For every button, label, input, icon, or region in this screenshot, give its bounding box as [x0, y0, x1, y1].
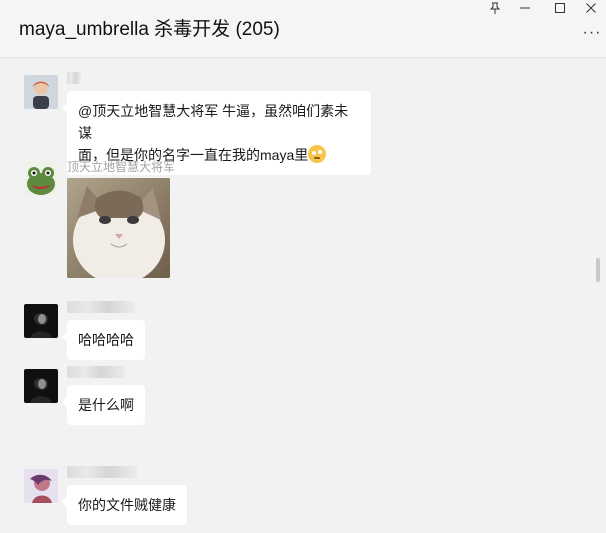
- close-button[interactable]: [576, 0, 606, 20]
- chat-window: maya_umbrella 杀毒开发 (205) ··· @顶天立地智慧大将军 …: [0, 0, 606, 533]
- avatar[interactable]: [24, 162, 58, 196]
- message-list[interactable]: @顶天立地智慧大将军 牛逼，虽然咱们素未谋 面，但是你的名字一直在我的maya里…: [0, 58, 600, 533]
- pin-icon[interactable]: [480, 0, 510, 20]
- sender-name-redacted: [67, 366, 125, 378]
- message-bubble[interactable]: 你的文件贼健康: [62, 485, 187, 525]
- message-text: @顶天立地智慧大将军 牛逼，虽然咱们素未谋: [78, 103, 349, 141]
- scrollbar-thumb[interactable]: [596, 258, 600, 282]
- title-bar: maya_umbrella 杀毒开发 (205) ···: [0, 0, 606, 58]
- avatar[interactable]: [24, 304, 58, 338]
- avatar[interactable]: [24, 469, 58, 503]
- sender-name-redacted: [67, 301, 135, 313]
- cat-photo[interactable]: [67, 178, 170, 278]
- maximize-button[interactable]: [545, 0, 575, 20]
- more-options-button[interactable]: ···: [582, 24, 602, 44]
- avatar[interactable]: [24, 75, 58, 109]
- thinking-emoji-icon: [308, 145, 327, 163]
- sender-name-redacted: [67, 72, 81, 84]
- message-text: 哈哈哈哈: [78, 332, 134, 348]
- minimize-button[interactable]: [510, 0, 540, 20]
- message-bubble[interactable]: 是什么啊: [62, 385, 145, 425]
- avatar[interactable]: [24, 369, 58, 403]
- sender-name: 顶天立地智慧大将军: [67, 160, 176, 174]
- message-text: 你的文件贼健康: [78, 497, 176, 513]
- sender-name-redacted: [67, 466, 137, 478]
- message-text: 是什么啊: [78, 397, 134, 413]
- message-bubble[interactable]: 哈哈哈哈: [62, 320, 145, 360]
- chat-title: maya_umbrella 杀毒开发 (205): [19, 19, 280, 40]
